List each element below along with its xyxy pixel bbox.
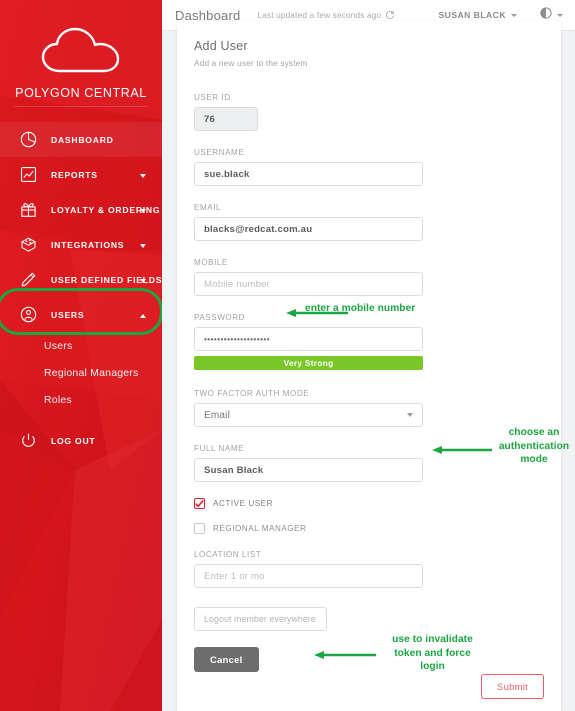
field-two-factor-auth-mode: TWO FACTOR AUTH MODE Email [194,389,544,427]
cancel-button[interactable]: Cancel [194,647,259,672]
submit-button[interactable]: Submit [481,674,544,699]
anno-line-2: authentication [498,440,570,452]
cloud-icon [0,24,162,78]
field-password: PASSWORD •••••••••••••••••••• Very Stron… [194,313,544,370]
pie-chart-icon [16,129,40,151]
power-icon [16,430,40,452]
checkbox-regional-manager[interactable]: REGIONAL MANAGER [194,523,544,534]
brand-divider [14,106,148,107]
sidebar-item-integrations[interactable]: INTEGRATIONS [0,227,162,262]
add-user-card: Add User Add a new user to the system US… [177,21,561,711]
main-area: Dashboard Last updated a few seconds ago… [162,0,575,711]
two-factor-annotation-text: choose an authentication mode [493,426,575,467]
username-input[interactable]: sue.black [194,162,423,186]
chevron-down-icon[interactable] [557,13,563,17]
logout-annotation-text: use to invalidate token and force login [380,633,485,674]
checkbox-icon[interactable] [194,523,205,534]
sidebar-item-label: INTEGRATIONS [51,239,125,250]
app-root: POLYGON CENTRAL DASHBOARD REPORTS LOYALT… [0,0,575,711]
user-id-input: 76 [194,107,258,131]
two-factor-auth-value: Email [204,409,231,421]
two-factor-annotation-arrow [432,446,492,454]
chevron-down-icon [140,278,146,283]
sidebar-subitem-users[interactable]: Users [0,332,162,359]
mobile-annotation-text: enter a mobile number [305,303,416,314]
anno-line-2: token and force [394,647,471,659]
sidebar-item-label: REPORTS [51,169,98,180]
pencil-icon [16,269,40,291]
sidebar-item-reports[interactable]: REPORTS [0,157,162,192]
field-label: USER ID [194,93,231,102]
email-input[interactable]: blacks@redcat.com.au [194,217,423,241]
chevron-down-icon[interactable] [511,13,517,17]
checkbox-icon[interactable] [194,498,205,509]
field-location-list: LOCATION LIST Enter 1 or mo [194,550,544,588]
sidebar-item-user-defined-fields[interactable]: USER DEFINED FIELDS [0,262,162,297]
line-chart-icon [16,164,40,186]
chevron-down-icon [140,243,146,248]
anno-line-1: choose an [508,427,560,438]
field-label: MOBILE [194,258,228,267]
sidebar-nav: DASHBOARD REPORTS LOYALTY & ORDERING INT… [0,122,162,458]
sidebar-item-label: DASHBOARD [51,134,114,145]
sidebar-item-label: USERS [51,309,85,320]
checkbox-label: REGIONAL MANAGER [213,524,307,533]
card-subtitle: Add a new user to the system [194,58,308,68]
refresh-icon[interactable] [385,10,395,20]
logout-annotation-arrow [314,651,376,659]
password-strength-bar: Very Strong [194,356,423,370]
brand-name: POLYGON CENTRAL [15,86,147,100]
card-title: Add User [194,39,248,53]
chevron-down-icon [407,413,413,417]
sidebar: POLYGON CENTRAL DASHBOARD REPORTS LOYALT… [0,0,162,711]
sidebar-subitem-label: Users [44,339,73,352]
sidebar-subitem-label: Roles [44,393,72,406]
location-list-input[interactable]: Enter 1 or mo [194,564,423,588]
sidebar-item-dashboard[interactable]: DASHBOARD [0,122,162,157]
user-icon [16,304,40,326]
sidebar-item-users[interactable]: USERS [0,297,162,332]
field-mobile: MOBILE Mobile number [194,258,544,296]
field-label: LOCATION LIST [194,550,262,559]
field-user-id: USER ID 76 [194,93,544,131]
checkbox-label: ACTIVE USER [213,499,274,508]
sidebar-item-label: LOG OUT [51,435,96,446]
user-menu-label[interactable]: SUSAN BLACK [439,10,507,20]
password-input[interactable]: •••••••••••••••••••• [194,327,423,351]
anno-line-3: login [420,661,445,672]
anno-line-3: mode [520,454,548,465]
anno-line-1: use to invalidate [392,634,473,645]
sidebar-subitem-regional-managers[interactable]: Regional Managers [0,359,162,386]
sidebar-subitem-label: Regional Managers [44,366,139,379]
brand: POLYGON CENTRAL [0,0,162,107]
full-name-input[interactable]: Susan Black [194,458,423,482]
mobile-input[interactable]: Mobile number [194,272,423,296]
chevron-up-icon [140,313,146,318]
two-factor-auth-select[interactable]: Email [194,403,423,427]
sidebar-item-logout[interactable]: LOG OUT [0,423,162,458]
last-updated-text: Last updated a few seconds ago [257,10,382,20]
checkbox-active-user[interactable]: ACTIVE USER [194,498,544,509]
password-masked-value: •••••••••••••••••••• [204,334,271,344]
field-label: TWO FACTOR AUTH MODE [194,389,310,398]
chevron-down-icon [140,173,146,178]
field-email: EMAIL blacks@redcat.com.au [194,203,544,241]
field-username: USERNAME sue.black [194,148,544,186]
box-icon [16,234,40,256]
field-label: USERNAME [194,148,245,157]
field-label: EMAIL [194,203,222,212]
gift-icon [16,199,40,221]
logout-everywhere-button[interactable]: Logout member everywhere [194,607,327,631]
chevron-down-icon [140,208,146,213]
sidebar-item-loyalty-ordering[interactable]: LOYALTY & ORDERING [0,192,162,227]
sidebar-subitem-roles[interactable]: Roles [0,386,162,413]
